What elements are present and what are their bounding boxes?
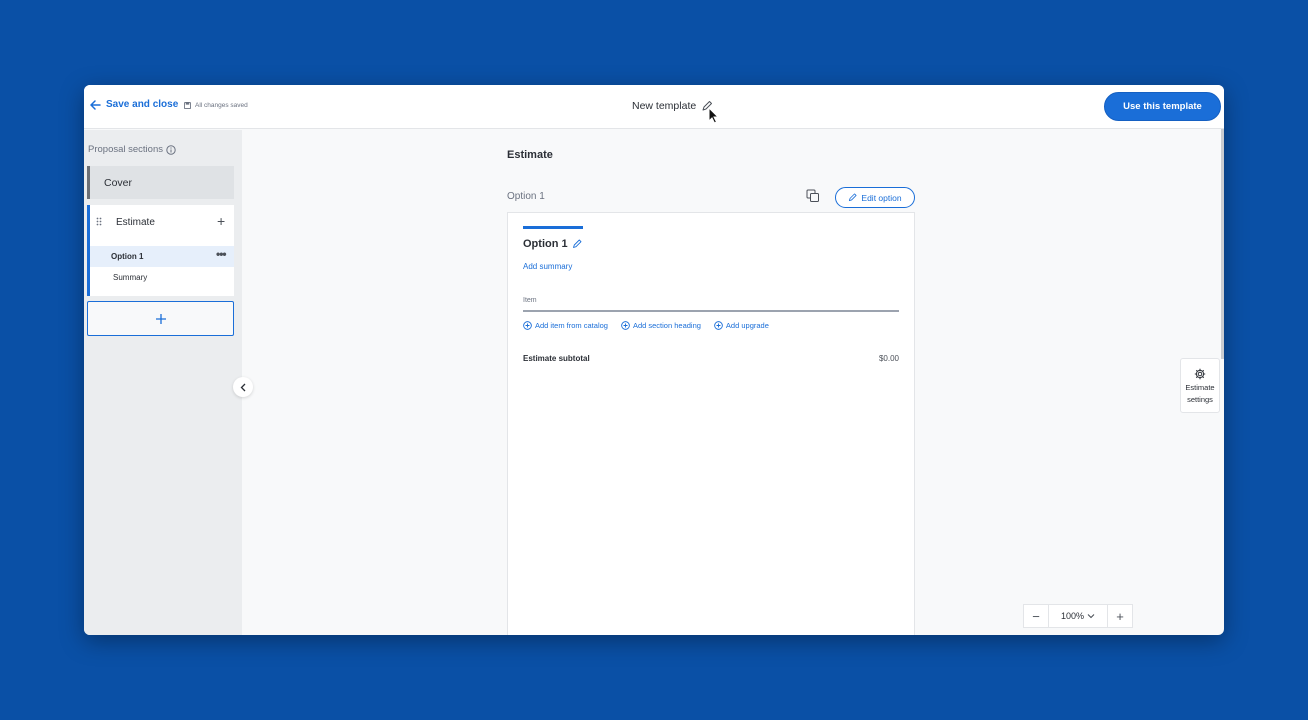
estimate-subtotal-value: $0.00 [878,354,899,363]
estimate-option-card: Option 1 Add summary Item Add item from … [507,212,915,635]
info-icon[interactable] [166,144,176,155]
estimate-subtotal-label: Estimate subtotal [523,354,590,363]
sections-sidebar: Proposal sections Cover Estimate + Optio… [84,130,242,635]
proposal-sections-label: Proposal sections [88,144,163,155]
item-input[interactable]: Item [523,292,899,312]
add-section-heading-link[interactable]: Add section heading [621,321,701,330]
sidebar-item-estimate[interactable]: Estimate + [90,205,234,237]
edit-option-button[interactable]: Edit option [835,187,915,208]
sidebar-item-estimate-label: Estimate [116,217,155,228]
mouse-cursor-icon [708,107,720,124]
zoom-in-button[interactable]: + [1108,605,1132,627]
gear-icon [1194,368,1206,380]
template-title-text: New template [632,100,697,112]
pencil-icon [849,193,857,202]
save-and-close-button[interactable]: Save and close [90,99,178,110]
add-option-icon[interactable]: + [217,214,225,228]
collapse-sidebar-button[interactable] [233,377,253,397]
add-item-from-catalog-label: Add item from catalog [535,321,608,330]
plus-circle-icon [621,321,630,330]
template-title: New template [632,100,713,112]
card-title: Option 1 [523,238,582,250]
add-item-from-catalog-link[interactable]: Add item from catalog [523,321,608,330]
sidebar-section-estimate: Estimate + Option 1 ••• Summary [87,205,234,296]
item-input-placeholder: Item [523,297,537,304]
option-heading: Option 1 [507,191,545,202]
add-actions: Add item from catalog Add section headin… [523,321,782,330]
plus-circle-icon [523,321,532,330]
estimate-settings-button[interactable]: Estimate settings [1180,358,1220,413]
add-summary-link[interactable]: Add summary [523,262,572,271]
save-status: All changes saved [184,102,248,109]
zoom-level-select[interactable]: 100% [1048,605,1108,627]
zoom-control: − 100% + [1023,604,1133,628]
section-title: Estimate [507,149,553,161]
sidebar-item-option-1-label: Option 1 [111,252,144,261]
drag-handle-icon[interactable] [96,217,102,226]
add-section-heading-label: Add section heading [632,321,701,330]
edit-option-label: Edit option [861,192,902,203]
add-upgrade-label: Add upgrade [725,321,769,330]
save-icon [184,102,191,109]
pencil-icon[interactable] [572,239,582,249]
use-this-template-button[interactable]: Use this template [1104,92,1221,121]
chevron-down-icon [1087,614,1095,619]
add-section-button[interactable] [87,301,234,336]
sidebar-item-summary-label: Summary [113,273,148,282]
estimate-settings-label: Estimate settings [1180,382,1220,406]
editor-window: Save and close All changes saved New tem… [84,85,1224,635]
zoom-level-value: 100% [1060,611,1085,621]
estimate-settings-line1: Estimate [1185,383,1215,392]
sidebar-item-summary[interactable]: Summary [90,268,234,289]
arrow-left-icon [90,99,101,110]
duplicate-icon[interactable] [806,189,820,203]
proposal-sections-heading: Proposal sections [88,144,176,155]
card-title-text: Option 1 [523,238,568,250]
sidebar-item-cover[interactable]: Cover [87,166,234,199]
estimate-settings-line2: settings [1187,395,1213,404]
chevron-left-icon [240,383,245,391]
sidebar-item-option-1[interactable]: Option 1 ••• [90,246,234,267]
top-bar: Save and close All changes saved New tem… [84,85,1224,129]
zoom-out-button[interactable]: − [1024,605,1048,627]
save-and-close-label: Save and close [106,99,179,110]
scrollbar[interactable] [1221,129,1224,359]
card-accent-bar [523,226,583,229]
plus-circle-icon [714,321,723,330]
plus-icon [155,313,166,324]
save-status-label: All changes saved [195,102,248,109]
more-options-icon[interactable]: ••• [216,247,227,261]
add-upgrade-link[interactable]: Add upgrade [714,321,769,330]
